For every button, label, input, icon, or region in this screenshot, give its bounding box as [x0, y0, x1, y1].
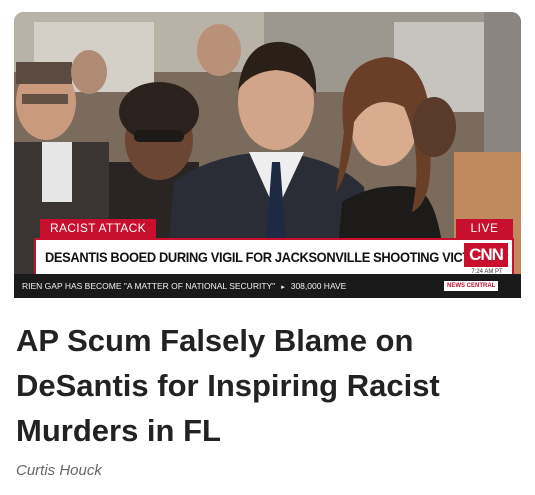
- ticker-item: 308,000 HAVE: [290, 281, 347, 291]
- news-ticker: RIEN GAP HAS BECOME "A MATTER OF NATIONA…: [14, 274, 521, 298]
- ticker-separator-icon: ▸: [281, 284, 285, 291]
- article-card[interactable]: RACIST ATTACK LIVE DESANTIS BOOED DURING…: [0, 0, 535, 495]
- ticker-item: RIEN GAP HAS BECOME "A MATTER OF NATIONA…: [22, 281, 276, 291]
- cnn-logo: CNN: [464, 243, 508, 267]
- article-thumbnail[interactable]: RACIST ATTACK LIVE DESANTIS BOOED DURING…: [14, 12, 521, 298]
- chyron-headline: DESANTIS BOOED DURING VIGIL FOR JACKSONV…: [45, 249, 492, 265]
- article-title-line[interactable]: Murders in FL: [16, 408, 521, 453]
- article-title[interactable]: AP Scum Falsely Blame on DeSantis for In…: [16, 318, 521, 453]
- chyron-topic-tag: RACIST ATTACK: [40, 219, 156, 238]
- ticker-text: RIEN GAP HAS BECOME "A MATTER OF NATIONA…: [22, 280, 346, 294]
- news-central-badge: NEWS CENTRAL: [444, 281, 499, 291]
- article-author[interactable]: Curtis Houck: [16, 462, 102, 480]
- article-title-line[interactable]: DeSantis for Inspiring Racist: [16, 363, 521, 408]
- article-title-line[interactable]: AP Scum Falsely Blame on: [16, 318, 521, 363]
- live-badge: LIVE: [456, 219, 513, 238]
